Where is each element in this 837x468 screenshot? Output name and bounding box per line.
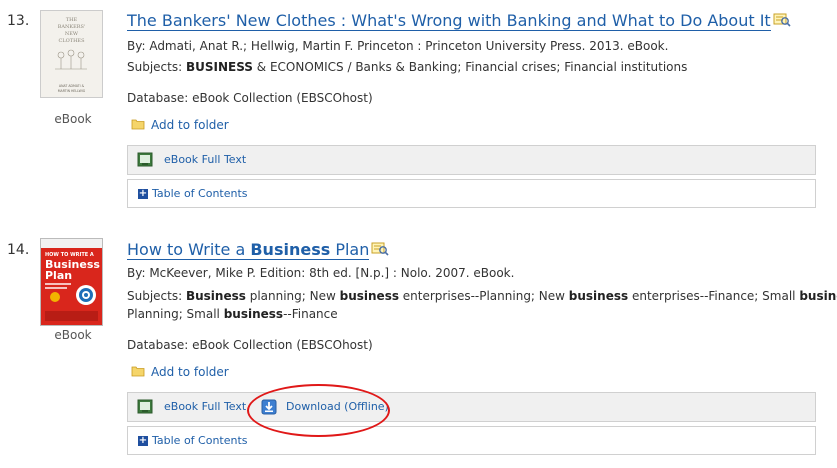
full-text-bar: eBook Full Text xyxy=(127,145,816,175)
expand-plus-icon[interactable]: + xyxy=(138,189,148,199)
result-subjects: Subjects: Business planning; New busines… xyxy=(127,287,837,305)
result-byline: By: Admati, Anat R.; Hellwig, Martin F. … xyxy=(127,39,669,53)
cover-author-line: ANAT ADMATI & xyxy=(59,84,85,88)
result-database: Database: eBook Collection (EBSCOhost) xyxy=(127,91,373,105)
subjects-text[interactable]: enterprises--Finance; Small xyxy=(628,289,799,303)
cover-author-line: MARTIN HELLWIG xyxy=(58,89,86,93)
table-of-contents-link[interactable]: Table of Contents xyxy=(152,187,248,200)
title-part: How to Write a xyxy=(127,240,251,259)
highlight-circle-annotation xyxy=(247,384,390,437)
result-number: 14. xyxy=(7,242,30,258)
result-title-link[interactable]: How to Write a Business Plan xyxy=(127,240,389,260)
publication-type-label: eBook xyxy=(54,328,92,342)
result-subjects-continued: Planning; Small business--Finance xyxy=(127,305,338,323)
cover-title-line: Plan xyxy=(45,269,72,282)
table-of-contents-link[interactable]: Table of Contents xyxy=(152,434,248,447)
title-part: Plan xyxy=(330,240,370,259)
folder-icon xyxy=(131,365,146,380)
preview-magnifier-icon[interactable] xyxy=(371,241,389,260)
subject-term-highlight[interactable]: business xyxy=(224,307,283,321)
table-of-contents-panel[interactable]: + Table of Contents xyxy=(127,179,816,208)
publication-type-label: eBook xyxy=(54,112,92,126)
subjects-text[interactable]: planning; New xyxy=(246,289,340,303)
add-to-folder-link[interactable]: Add to folder xyxy=(131,118,229,133)
subject-term-highlight[interactable]: business xyxy=(569,289,628,303)
result-subjects: Subjects: BUSINESS & ECONOMICS / Banks &… xyxy=(127,58,687,76)
ebook-full-text-icon[interactable] xyxy=(137,152,153,172)
full-text-bar: eBook Full Text Download (Offline) xyxy=(127,392,816,422)
subjects-label: Subjects: xyxy=(127,60,186,74)
subjects-text[interactable]: --Finance xyxy=(283,307,338,321)
subject-term-highlight[interactable]: BUSINESS xyxy=(186,60,253,74)
result-title-link[interactable]: The Bankers' New Clothes : What's Wrong … xyxy=(127,11,791,31)
table-of-contents-panel[interactable]: + Table of Contents xyxy=(127,426,816,455)
cover-title-line: THE xyxy=(66,17,78,23)
result-number: 13. xyxy=(7,13,30,29)
subjects-text[interactable]: & ECONOMICS / Banks & Banking; Financial… xyxy=(253,60,688,74)
add-to-folder-link[interactable]: Add to folder xyxy=(131,365,229,380)
subject-term-highlight[interactable]: business xyxy=(799,289,837,303)
subjects-text[interactable]: enterprises--Planning; New xyxy=(399,289,569,303)
ebook-full-text-link[interactable]: eBook Full Text xyxy=(164,400,246,413)
add-to-folder-label: Add to folder xyxy=(151,118,229,132)
folder-icon xyxy=(131,118,146,133)
title-highlight: Business xyxy=(250,240,331,259)
subjects-text: Subjects: xyxy=(127,289,186,303)
cover-title-line: BANKERS' xyxy=(58,24,86,30)
subject-term-highlight[interactable]: Business xyxy=(186,289,246,303)
expand-plus-icon[interactable]: + xyxy=(138,436,148,446)
subjects-text[interactable]: Planning; Small xyxy=(127,307,224,321)
ebook-full-text-link[interactable]: eBook Full Text xyxy=(164,153,246,166)
result-title-text: The Bankers' New Clothes : What's Wrong … xyxy=(127,11,771,31)
result-database: Database: eBook Collection (EBSCOhost) xyxy=(127,338,373,352)
book-cover-image[interactable]: THE BANKERS' NEW CLOTHES ANAT ADMATI & M… xyxy=(40,10,103,98)
book-cover-image[interactable]: HOW TO WRITE A Business Plan xyxy=(40,238,103,326)
add-to-folder-label: Add to folder xyxy=(151,365,229,379)
result-byline: By: McKeever, Mike P. Edition: 8th ed. [… xyxy=(127,266,515,280)
preview-magnifier-icon[interactable] xyxy=(773,12,791,31)
cover-title-line: NEW xyxy=(65,31,79,37)
subject-term-highlight[interactable]: business xyxy=(340,289,399,303)
cover-title-line: CLOTHES xyxy=(58,38,85,44)
result-title-text: How to Write a Business Plan xyxy=(127,240,370,260)
ebook-full-text-icon[interactable] xyxy=(137,399,153,419)
